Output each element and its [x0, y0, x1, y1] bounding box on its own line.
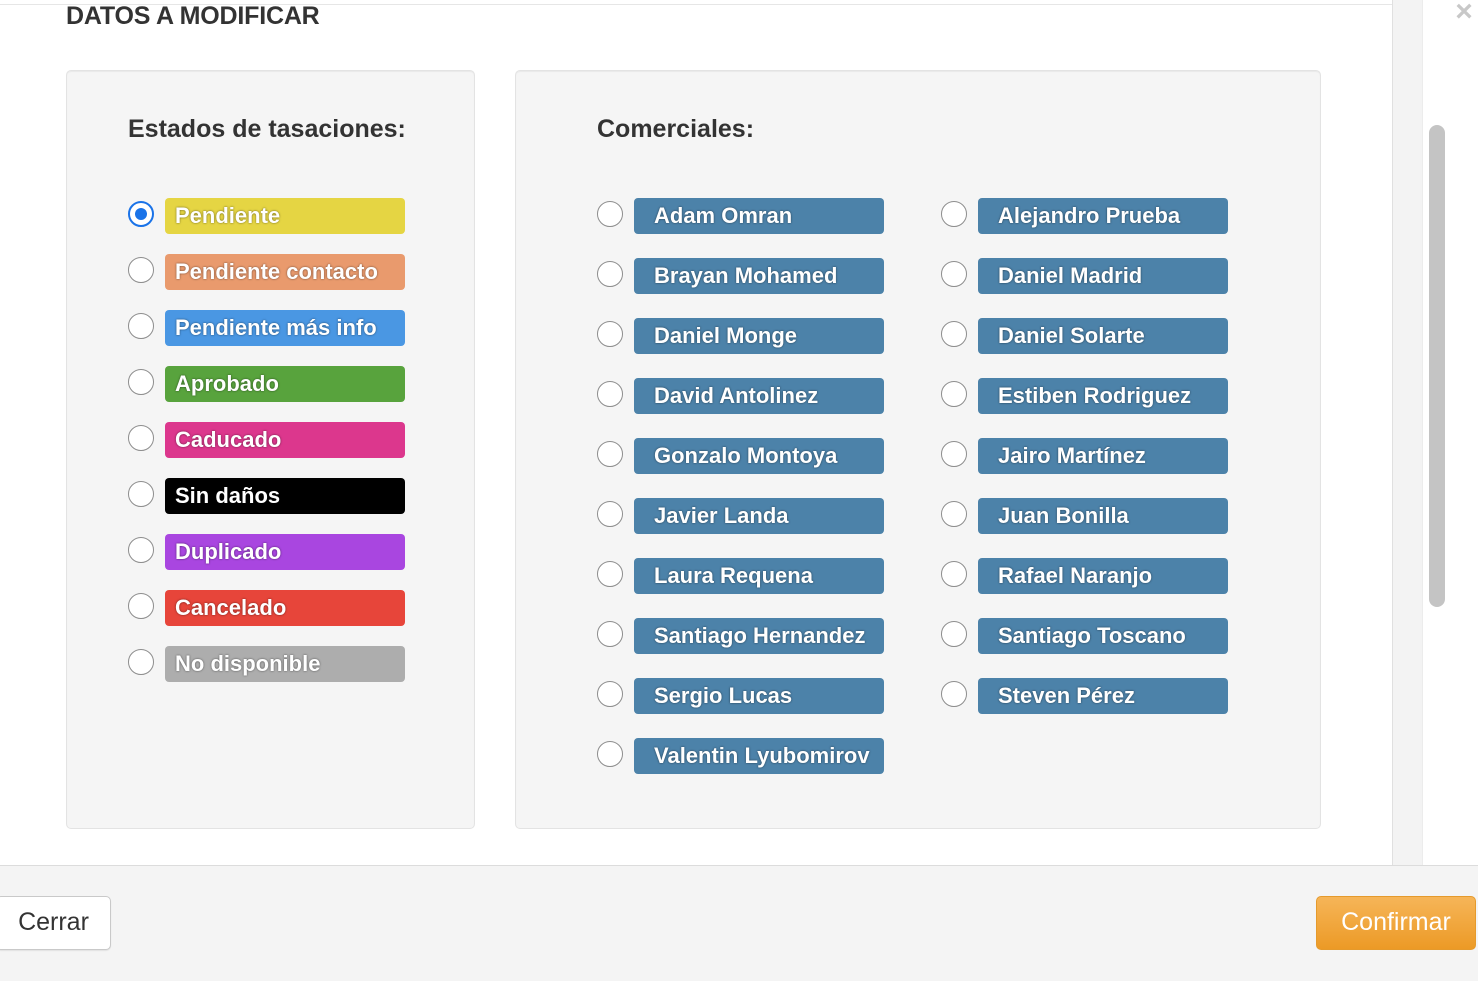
radio-button[interactable]: [597, 201, 623, 227]
radio-button[interactable]: [941, 261, 967, 287]
radio-button[interactable]: [128, 425, 154, 451]
radio-button[interactable]: [128, 201, 154, 227]
estado-label[interactable]: Aprobado: [165, 366, 405, 402]
comercial-label[interactable]: Javier Landa: [634, 498, 884, 534]
estado-label[interactable]: Pendiente: [165, 198, 405, 234]
radio-button[interactable]: [597, 621, 623, 647]
estados-title: Estados de tasaciones:: [128, 115, 406, 143]
comercial-label[interactable]: Brayan Mohamed: [634, 258, 884, 294]
radio-button[interactable]: [597, 441, 623, 467]
radio-button[interactable]: [941, 621, 967, 647]
radio-button[interactable]: [128, 257, 154, 283]
radio-button[interactable]: [941, 681, 967, 707]
radio-button[interactable]: [128, 481, 154, 507]
comerciales-panel: Comerciales: Adam Omran Brayan Mohamed Dan…: [515, 70, 1321, 829]
comercial-label[interactable]: Santiago Hernandez: [634, 618, 884, 654]
comercial-label[interactable]: Valentin Lyubomirov: [634, 738, 884, 774]
comercial-label[interactable]: Rafael Naranjo: [978, 558, 1228, 594]
comercial-label[interactable]: Estiben Rodriguez: [978, 378, 1228, 414]
radio-button[interactable]: [941, 321, 967, 347]
estado-label[interactable]: Pendiente contacto: [165, 254, 405, 290]
radio-button[interactable]: [128, 593, 154, 619]
estado-label[interactable]: Duplicado: [165, 534, 405, 570]
comercial-label[interactable]: Daniel Madrid: [978, 258, 1228, 294]
section-title: DATOS A MODIFICAR: [66, 2, 320, 30]
comercial-label[interactable]: Santiago Toscano: [978, 618, 1228, 654]
estado-label[interactable]: Cancelado: [165, 590, 405, 626]
radio-button[interactable]: [597, 261, 623, 287]
radio-button[interactable]: [941, 201, 967, 227]
confirm-button[interactable]: Confirmar: [1316, 896, 1476, 950]
estado-label[interactable]: Sin daños: [165, 478, 405, 514]
modal-footer: Cerrar Confirmar: [0, 865, 1478, 981]
radio-button[interactable]: [597, 741, 623, 767]
radio-button[interactable]: [128, 649, 154, 675]
comercial-label[interactable]: Daniel Solarte: [978, 318, 1228, 354]
radio-button[interactable]: [941, 561, 967, 587]
radio-button[interactable]: [597, 381, 623, 407]
comercial-label[interactable]: Sergio Lucas: [634, 678, 884, 714]
comerciales-title: Comerciales:: [597, 115, 755, 143]
comercial-label[interactable]: Steven Pérez: [978, 678, 1228, 714]
comercial-label[interactable]: Juan Bonilla: [978, 498, 1228, 534]
estado-label[interactable]: Caducado: [165, 422, 405, 458]
comercial-label[interactable]: Jairo Martínez: [978, 438, 1228, 474]
comercial-label[interactable]: Adam Omran: [634, 198, 884, 234]
comercial-label[interactable]: David Antolinez: [634, 378, 884, 414]
radio-button[interactable]: [941, 381, 967, 407]
radio-button[interactable]: [597, 681, 623, 707]
radio-button[interactable]: [597, 561, 623, 587]
radio-button[interactable]: [128, 313, 154, 339]
scrollbar-thumb[interactable]: [1429, 125, 1445, 607]
radio-button[interactable]: [941, 501, 967, 527]
radio-button[interactable]: [941, 441, 967, 467]
radio-button[interactable]: [128, 537, 154, 563]
estado-label[interactable]: No disponible: [165, 646, 405, 682]
comercial-label[interactable]: Gonzalo Montoya: [634, 438, 884, 474]
close-icon[interactable]: ×: [1450, 0, 1478, 27]
radio-button[interactable]: [128, 369, 154, 395]
radio-button[interactable]: [597, 321, 623, 347]
comercial-label[interactable]: Alejandro Prueba: [978, 198, 1228, 234]
estado-label[interactable]: Pendiente más info: [165, 310, 405, 346]
comercial-label[interactable]: Laura Requena: [634, 558, 884, 594]
close-button[interactable]: Cerrar: [0, 896, 111, 950]
comercial-label[interactable]: Daniel Monge: [634, 318, 884, 354]
radio-button[interactable]: [597, 501, 623, 527]
estados-panel: Estados de tasaciones: Pendiente Pendient…: [66, 70, 475, 829]
scrollbar-track[interactable]: [1392, 0, 1423, 865]
